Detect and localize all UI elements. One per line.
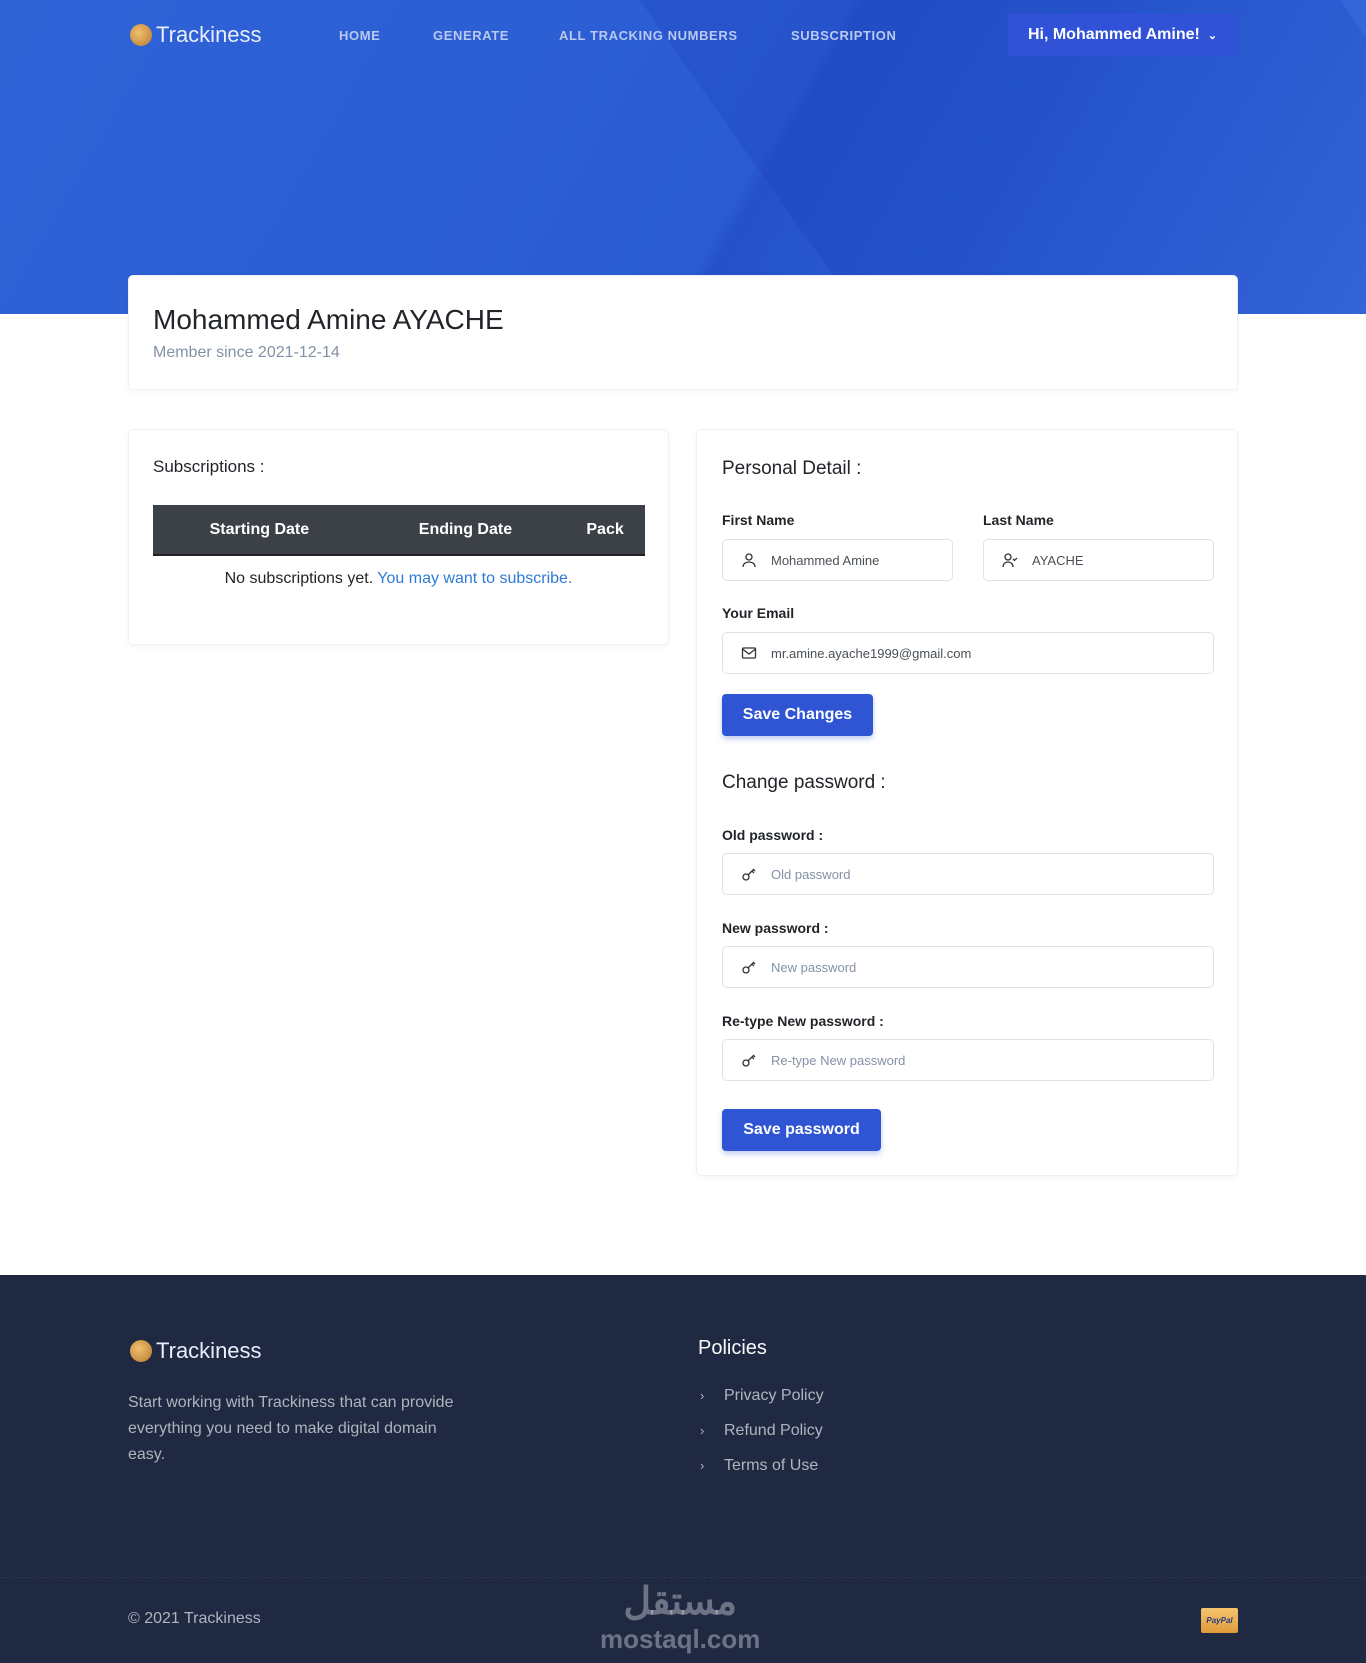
- chevron-down-icon: ⌄: [1207, 29, 1218, 42]
- policies-list: › Privacy Policy › Refund Policy › Terms of…: [700, 1387, 824, 1492]
- subscriptions-title: Subscriptions :: [153, 457, 265, 476]
- column-pack: Pack: [565, 505, 645, 556]
- nav-home[interactable]: HOME: [339, 28, 380, 43]
- policies-title: Policies: [698, 1337, 767, 1359]
- policy-label: Privacy Policy: [724, 1387, 824, 1404]
- brand-logo[interactable]: Trackiness: [130, 22, 262, 48]
- chevron-right-icon: ›: [700, 1388, 705, 1403]
- watermark-text: mostaql.com: [600, 1624, 761, 1654]
- email-input[interactable]: mr.amine.ayache1999@gmail.com: [722, 632, 1214, 674]
- key-icon: [742, 868, 756, 881]
- footer-brand-name: Trackiness: [156, 1338, 262, 1363]
- logo-icon: [130, 1340, 152, 1362]
- first-name-value: Mohammed Amine: [771, 552, 880, 568]
- subscribe-link[interactable]: You may want to subscribe.: [377, 570, 572, 587]
- policy-label: Refund Policy: [724, 1422, 823, 1439]
- email-label: Your Email: [722, 605, 795, 621]
- old-password-placeholder: Old password: [771, 866, 851, 882]
- member-since: Member since 2021-12-14: [153, 344, 340, 361]
- profile-name: Mohammed Amine AYACHE: [153, 304, 504, 335]
- footer-description: Start working with Trackiness that can p…: [128, 1394, 454, 1463]
- personal-detail-card: Personal Detail : First Name Mohammed Am…: [696, 429, 1238, 1176]
- policy-link-refund[interactable]: › Refund Policy: [700, 1422, 824, 1457]
- chevron-right-icon: ›: [700, 1423, 705, 1438]
- hero-banner: Trackiness HOME GENERATE ALL TRACKING NU…: [0, 0, 1366, 314]
- nav-subscription[interactable]: SUBSCRIPTION: [791, 28, 896, 43]
- footer-divider: [0, 1577, 1366, 1578]
- profile-header-card: Mohammed Amine AYACHE Member since 2021-…: [128, 275, 1238, 390]
- nav-all-tracking-numbers[interactable]: ALL TRACKING NUMBERS: [559, 28, 738, 43]
- change-password-title: Change password :: [722, 772, 886, 793]
- chevron-right-icon: ›: [700, 1458, 705, 1473]
- user-menu-button[interactable]: Hi, Mohammed Amine! ⌄: [1008, 14, 1237, 56]
- new-password-placeholder: New password: [771, 959, 857, 975]
- save-password-button[interactable]: Save password: [722, 1109, 881, 1151]
- new-password-input[interactable]: New password: [722, 946, 1214, 988]
- user-check-icon: [1002, 553, 1018, 568]
- personal-detail-title: Personal Detail :: [722, 458, 862, 479]
- key-icon: [742, 961, 756, 974]
- subscriptions-table: Starting Date Ending Date Pack: [153, 505, 645, 556]
- subscriptions-card: Subscriptions : Starting Date Ending Dat…: [128, 429, 669, 645]
- empty-text: No subscriptions yet.: [224, 570, 374, 587]
- policy-link-privacy[interactable]: › Privacy Policy: [700, 1387, 824, 1422]
- paypal-icon: PayPal: [1201, 1608, 1238, 1633]
- logo-icon: [130, 24, 152, 46]
- policy-label: Terms of Use: [724, 1457, 819, 1474]
- footer: Trackiness Start working with Trackiness…: [0, 1275, 1366, 1663]
- nav-generate[interactable]: GENERATE: [433, 28, 509, 43]
- retype-password-label: Re-type New password :: [722, 1013, 884, 1029]
- last-name-label: Last Name: [983, 512, 1054, 528]
- last-name-value: AYACHE: [1032, 552, 1084, 568]
- column-starting-date: Starting Date: [153, 505, 366, 556]
- brand-name: Trackiness: [156, 22, 262, 47]
- old-password-label: Old password :: [722, 827, 824, 843]
- retype-password-placeholder: Re-type New password: [771, 1052, 906, 1068]
- user-icon: [742, 553, 756, 568]
- footer-logo[interactable]: Trackiness: [130, 1338, 262, 1364]
- new-password-label: New password :: [722, 920, 829, 936]
- column-ending-date: Ending Date: [365, 505, 566, 556]
- save-changes-button[interactable]: Save Changes: [722, 694, 873, 736]
- retype-password-input[interactable]: Re-type New password: [722, 1039, 1214, 1081]
- user-greeting: Hi, Mohammed Amine!: [1027, 26, 1200, 43]
- hero-decoration: [569, 0, 1366, 314]
- key-icon: [742, 1054, 756, 1067]
- policy-link-terms[interactable]: › Terms of Use: [700, 1457, 824, 1492]
- first-name-input[interactable]: Mohammed Amine: [722, 539, 953, 581]
- last-name-input[interactable]: AYACHE: [983, 539, 1214, 581]
- first-name-label: First Name: [722, 512, 795, 528]
- email-value: mr.amine.ayache1999@gmail.com: [771, 645, 972, 661]
- mail-icon: [741, 647, 757, 659]
- watermark: مستقل mostaql.com: [600, 1580, 760, 1654]
- empty-subscriptions: No subscriptions yet. You may want to su…: [129, 570, 668, 588]
- watermark-arabic: مستقل: [623, 1581, 738, 1623]
- copyright: © 2021 Trackiness: [128, 1610, 261, 1627]
- old-password-input[interactable]: Old password: [722, 853, 1214, 895]
